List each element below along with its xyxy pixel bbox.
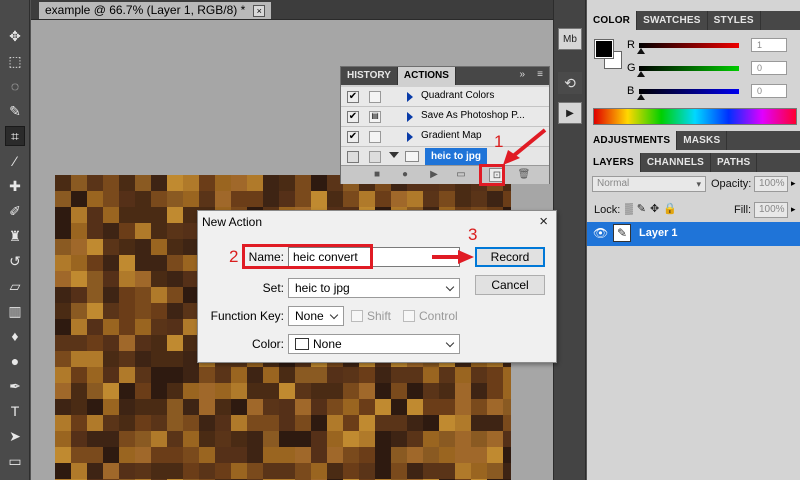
annotation-arrowhead-3 xyxy=(458,250,474,264)
annotation-arrows xyxy=(432,128,547,264)
annotation-arrow-1 xyxy=(510,128,547,159)
foreground-color-swatch[interactable] xyxy=(594,39,614,59)
